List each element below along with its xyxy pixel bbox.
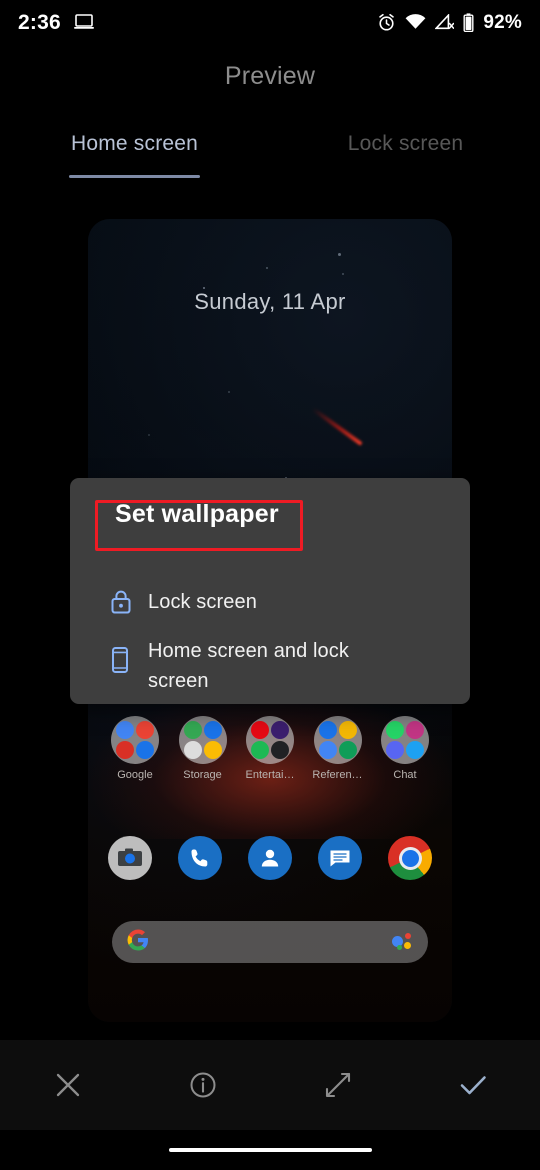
folder-icon <box>246 716 294 764</box>
page-title: Preview <box>224 62 316 90</box>
star-icon <box>148 434 150 436</box>
dialog-option-home-and-lock-screen[interactable]: Home screen and lock screen <box>70 630 470 696</box>
folder-item[interactable]: Referen… <box>307 716 369 781</box>
star-icon <box>342 273 344 275</box>
camera-icon[interactable] <box>108 836 152 880</box>
home-indicator[interactable] <box>0 1130 540 1170</box>
close-button[interactable] <box>0 1040 135 1130</box>
laptop-icon <box>73 14 94 29</box>
set-wallpaper-dialog: Set wallpaper Lock screen Home screen an… <box>70 478 470 704</box>
action-bar <box>0 1040 540 1130</box>
chrome-icon[interactable] <box>388 836 432 880</box>
folder-icon <box>111 716 159 764</box>
star-icon <box>266 267 268 269</box>
status-bar-left: 2:36 <box>18 12 95 33</box>
battery-percent: 92% <box>483 11 522 33</box>
google-logo-icon <box>126 928 150 956</box>
signal-off-icon <box>435 14 455 30</box>
wallpaper-preview-screen: 2:36 92% Preview Home screen Lock screen… <box>0 0 540 1170</box>
expand-button[interactable] <box>270 1040 405 1130</box>
folder-icon <box>381 716 429 764</box>
status-bar-right: 92% <box>377 13 522 32</box>
battery-icon <box>463 12 474 32</box>
apply-button[interactable] <box>405 1040 540 1130</box>
folder-item[interactable]: Entertai… <box>239 716 301 781</box>
folder-label: Entertai… <box>245 769 295 781</box>
folder-label: Chat <box>393 769 417 781</box>
folder-label: Referen… <box>312 769 363 781</box>
home-dock <box>88 836 452 880</box>
preview-tabs: Home screen Lock screen <box>0 132 540 188</box>
messages-icon[interactable] <box>318 836 362 880</box>
dialog-title: Set wallpaper <box>115 500 279 528</box>
folder-item[interactable]: Storage <box>172 716 234 781</box>
dialog-option-lock-screen[interactable]: Lock screen <box>70 578 470 626</box>
check-icon <box>460 1076 486 1095</box>
folder-label: Storage <box>183 769 222 781</box>
contacts-icon[interactable] <box>248 836 292 880</box>
folder-item[interactable]: Chat <box>374 716 436 781</box>
phone-icon[interactable] <box>178 836 222 880</box>
chrome-center <box>401 849 419 867</box>
dialog-option-label: Home screen and lock screen <box>148 640 349 692</box>
home-indicator-pill <box>169 1148 372 1152</box>
google-search-bar[interactable] <box>112 921 428 963</box>
lock-icon <box>110 589 148 615</box>
folder-icon <box>178 716 227 764</box>
folder-item[interactable]: Google <box>104 716 166 781</box>
star-icon <box>338 253 341 256</box>
wifi-icon <box>405 14 426 29</box>
expand-icon <box>325 1072 350 1098</box>
google-assistant-icon[interactable] <box>392 933 414 951</box>
status-bar: 2:36 92% <box>0 0 540 44</box>
folder-label: Google <box>117 769 153 781</box>
alarm-icon <box>379 13 395 31</box>
star-icon <box>228 391 230 393</box>
status-time: 2:36 <box>18 10 61 34</box>
folder-icon <box>313 716 362 764</box>
tab-lock-screen[interactable]: Lock screen <box>340 132 471 166</box>
wallpaper-date: Sunday, 11 Apr <box>194 289 346 314</box>
home-folder-row: Google Storage Entertai… Referen… Chat <box>88 716 452 781</box>
tab-home-screen[interactable]: Home screen <box>69 132 200 166</box>
info-button[interactable] <box>135 1040 270 1130</box>
info-icon <box>190 1072 215 1098</box>
close-icon <box>56 1073 79 1097</box>
tab-active-indicator <box>69 175 200 178</box>
phone-icon <box>110 646 148 674</box>
dialog-option-label: Lock screen <box>148 591 257 613</box>
